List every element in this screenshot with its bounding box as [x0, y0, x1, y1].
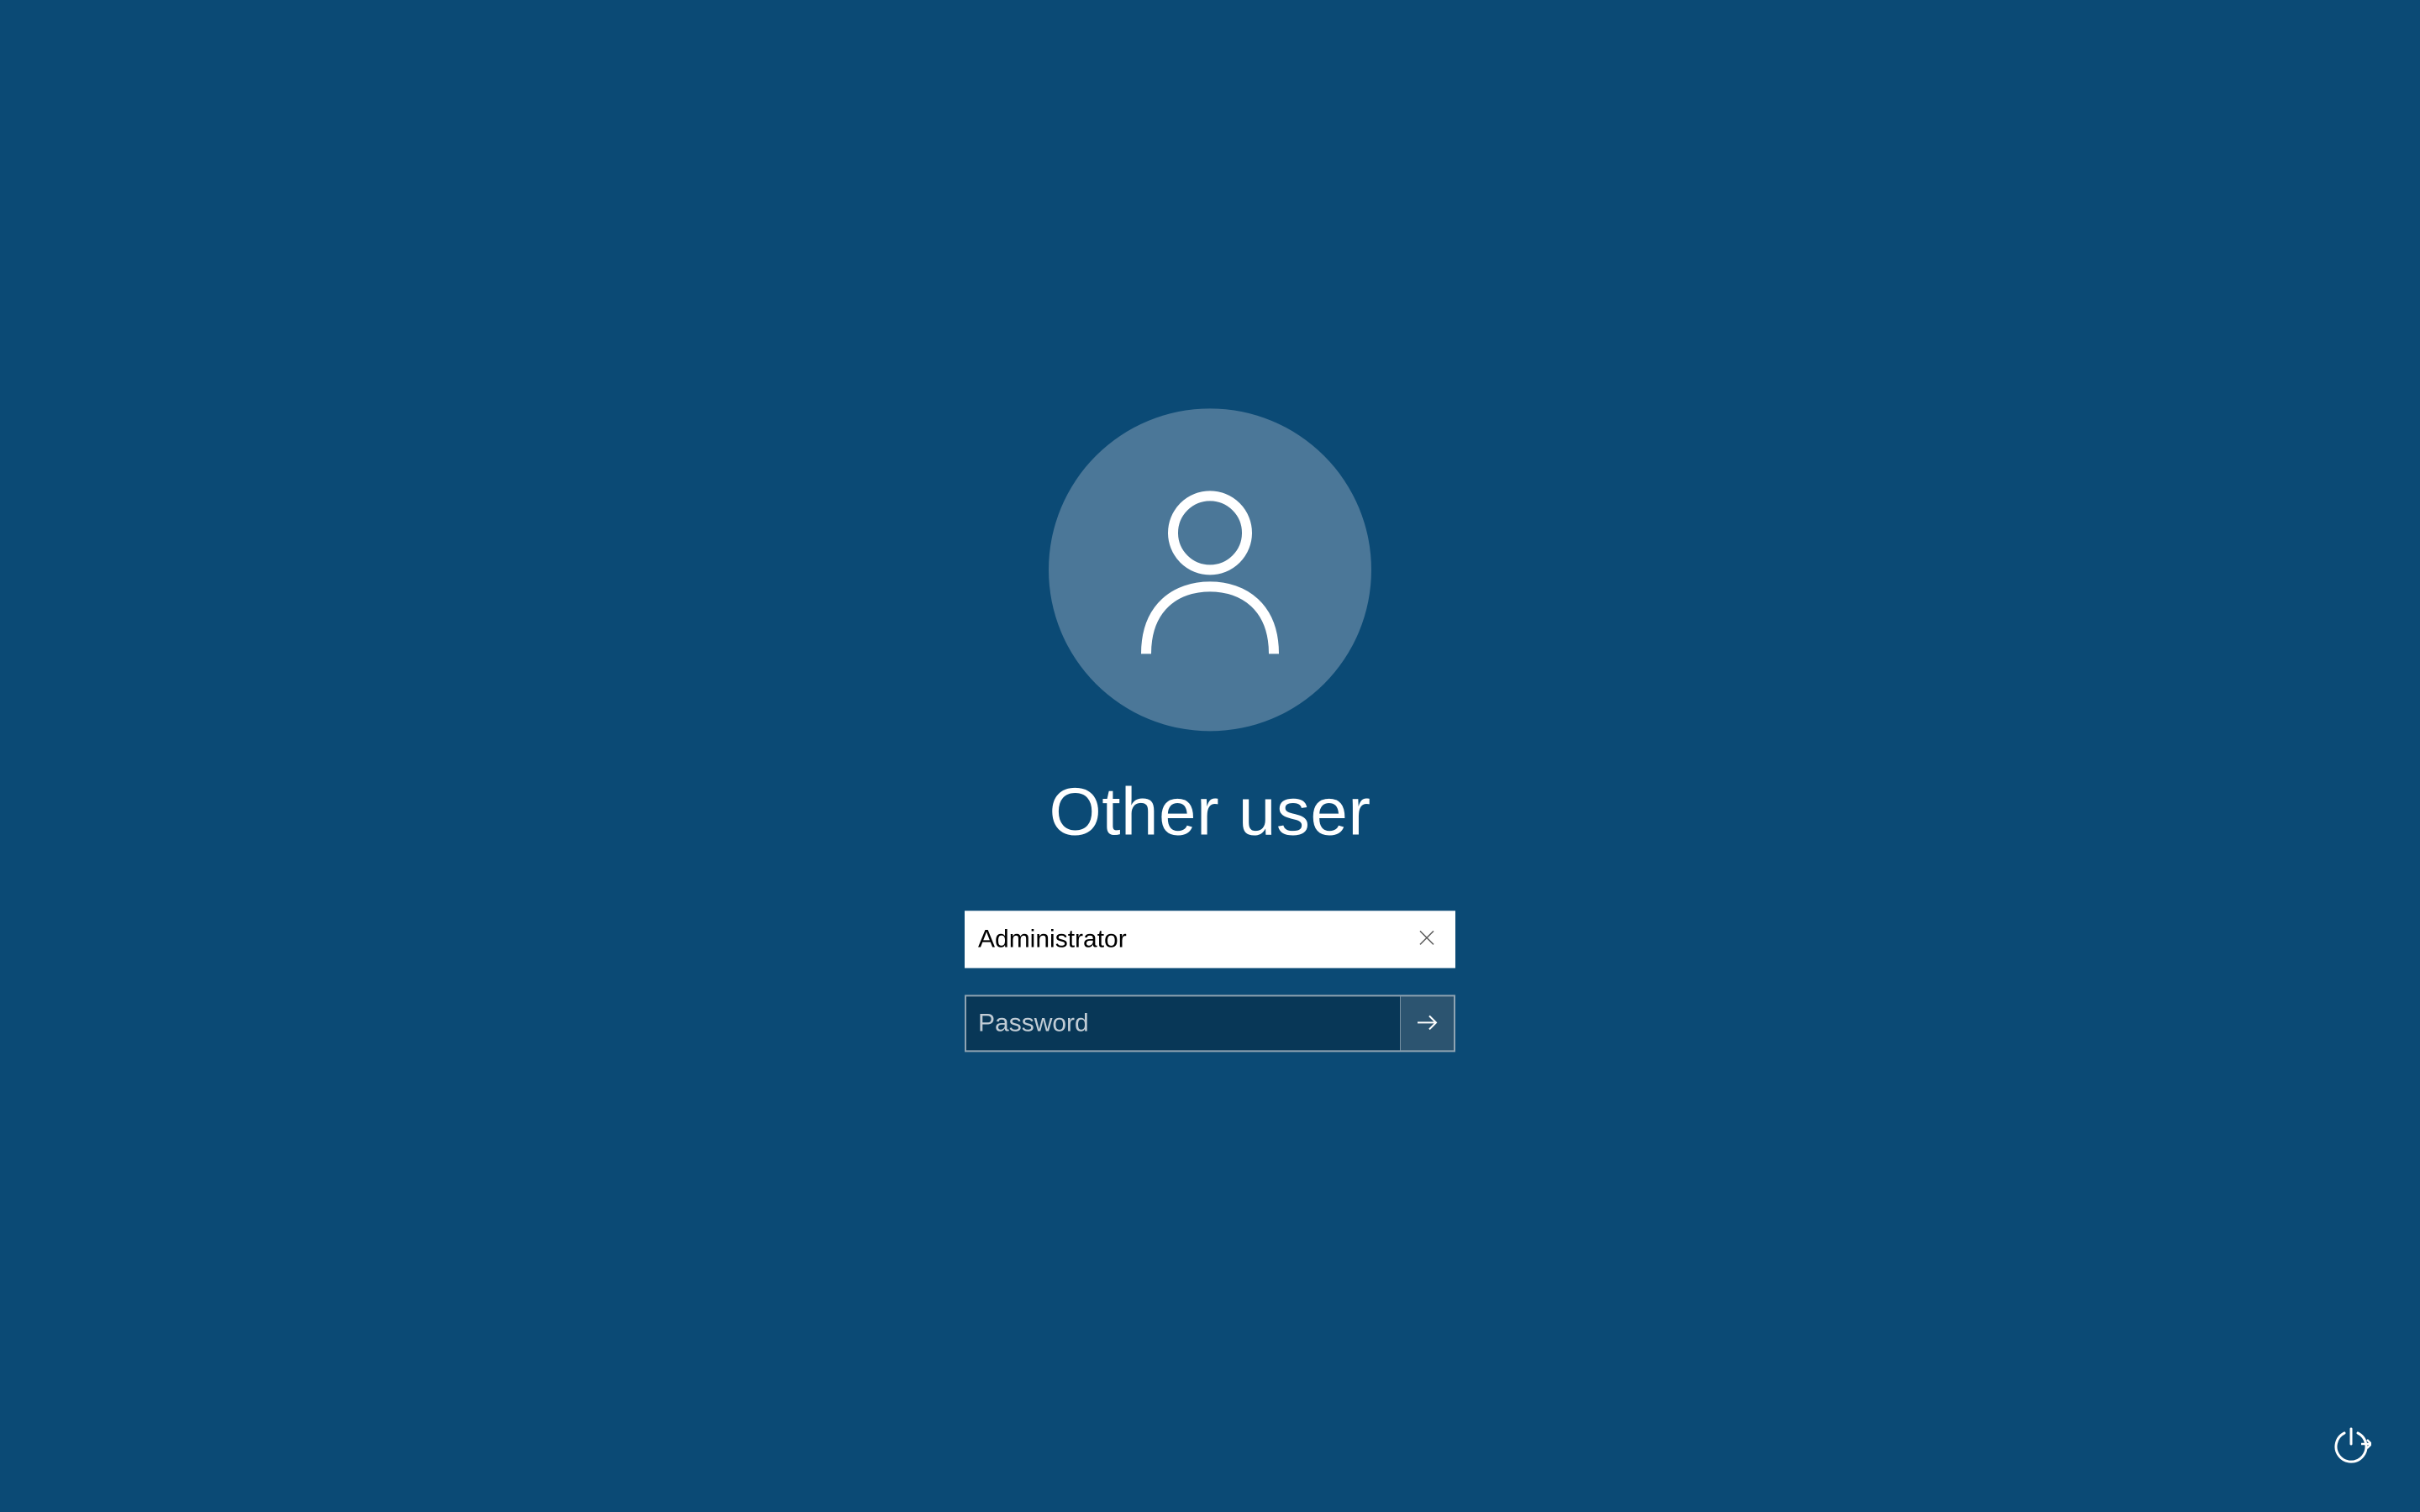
password-row: [965, 995, 1455, 1052]
username-input[interactable]: [966, 912, 1400, 966]
submit-login-button[interactable]: [1400, 996, 1454, 1050]
login-form: [965, 911, 1455, 1052]
power-options-button[interactable]: [2328, 1423, 2375, 1470]
user-avatar: [1049, 408, 1371, 731]
arrow-right-icon: [1414, 1009, 1441, 1038]
login-title: Other user: [1050, 773, 1371, 850]
clear-username-button[interactable]: [1400, 912, 1454, 966]
power-icon: [2331, 1425, 2371, 1468]
password-input[interactable]: [966, 996, 1400, 1050]
close-icon: [1418, 926, 1436, 953]
username-row: [965, 911, 1455, 968]
user-icon: [1126, 475, 1294, 664]
login-panel: Other user: [965, 408, 1455, 1052]
